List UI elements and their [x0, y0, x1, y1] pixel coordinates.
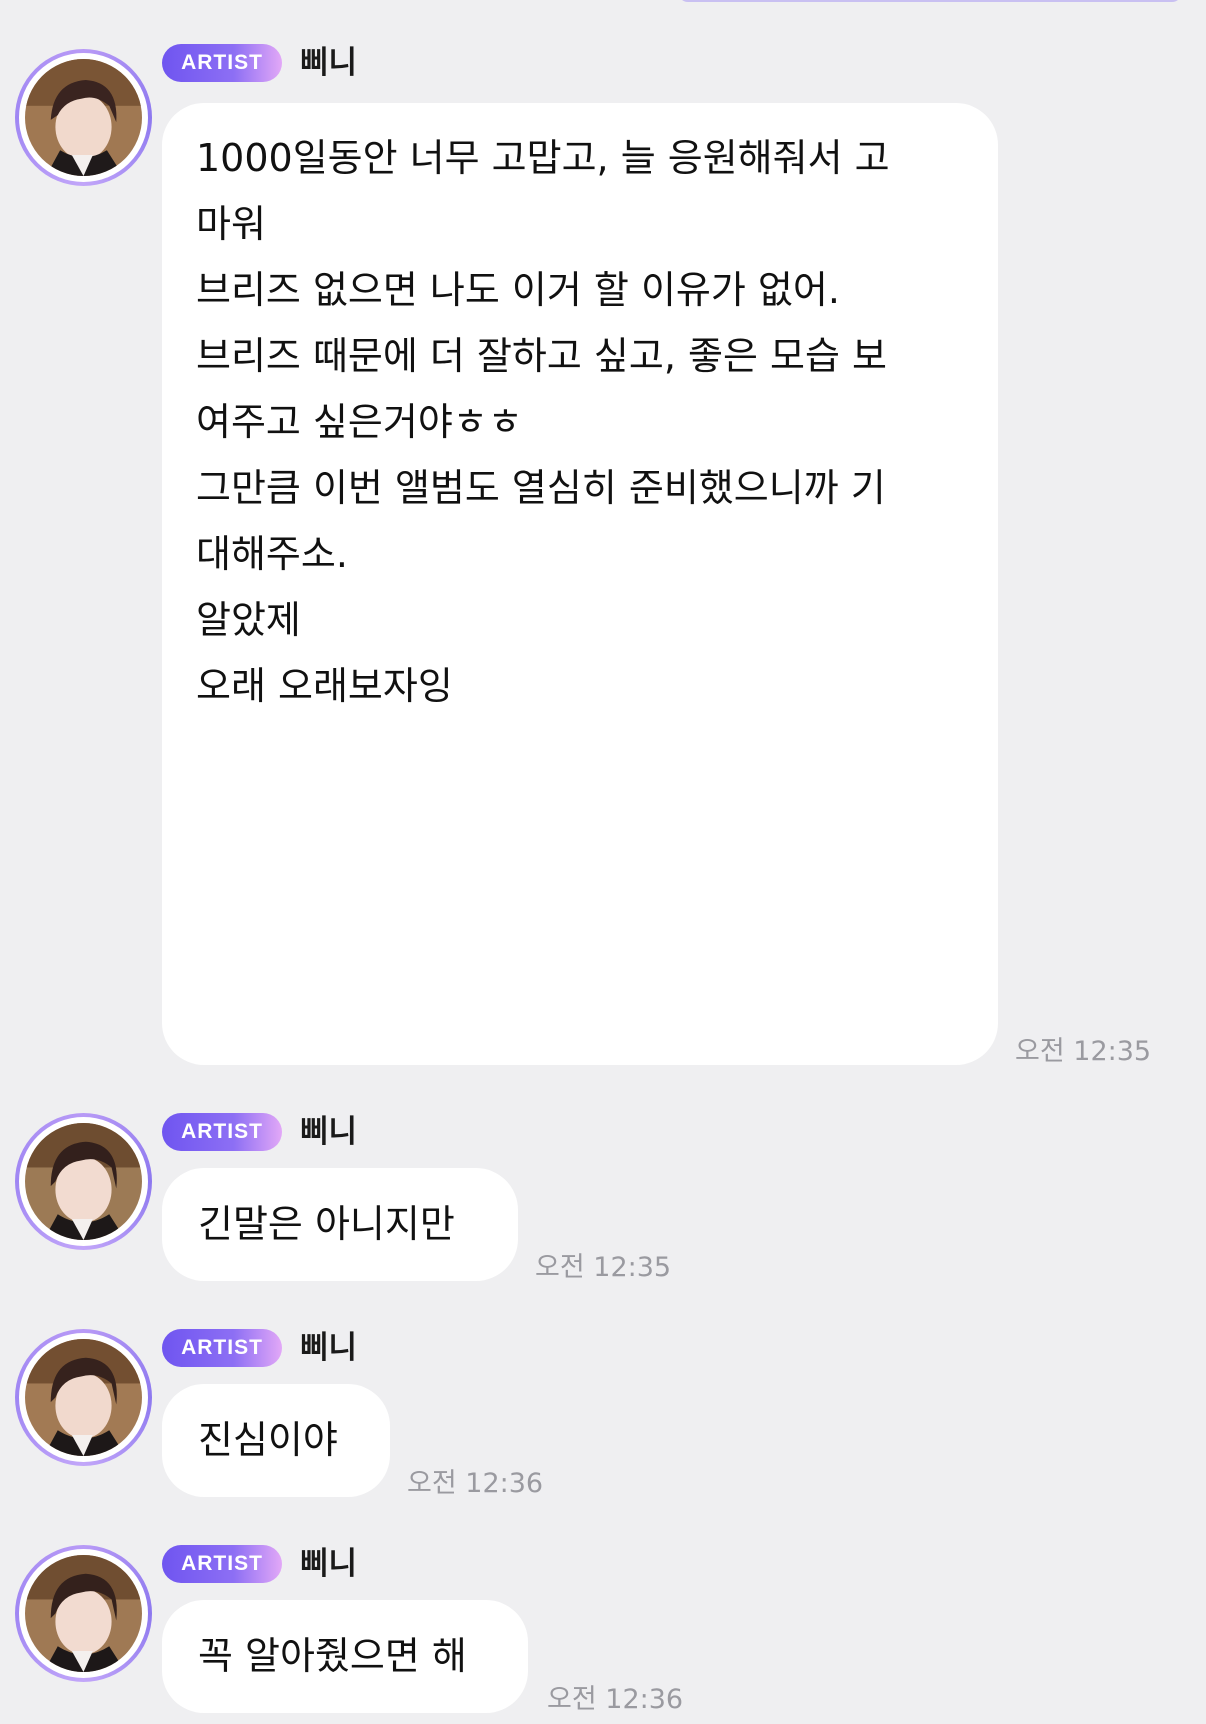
sender-name[interactable]: 삐니 — [300, 44, 357, 82]
message-timestamp: 오전 12:35 — [535, 1252, 672, 1283]
artist-avatar[interactable] — [15, 1329, 152, 1466]
message-bubble[interactable]: 진심이야 — [162, 1384, 390, 1497]
message-text-line: 브리즈 때문에 더 잘하고 싶고, 좋은 모습 보 — [196, 334, 887, 378]
avatar-photo — [25, 1555, 142, 1672]
message-text-line: 마워 — [196, 202, 266, 246]
artist-avatar[interactable] — [15, 1545, 152, 1682]
avatar-photo — [25, 1339, 142, 1456]
previous-message-bubble-edge — [678, 0, 1182, 2]
message-bubble[interactable]: 1000일동안 너무 고맙고, 늘 응원해줘서 고 마워 브리즈 없으면 나도 … — [162, 103, 998, 1065]
message-text-line: 긴말은 아니지만 — [198, 1202, 455, 1246]
artist-badge: ARTIST — [162, 1329, 282, 1367]
artist-badge: ARTIST — [162, 44, 282, 82]
message-text-line: 진심이야 — [198, 1418, 338, 1462]
message-timestamp: 오전 12:36 — [547, 1684, 684, 1715]
avatar-photo — [25, 59, 142, 176]
avatar-photo — [25, 1123, 142, 1240]
sender-name[interactable]: 삐니 — [300, 1329, 357, 1367]
message-text-line: 꼭 알아줬으면 해 — [198, 1634, 467, 1678]
message-bubble[interactable]: 꼭 알아줬으면 해 — [162, 1600, 528, 1713]
artist-badge: ARTIST — [162, 1113, 282, 1151]
message-text-line: 오래 오래보자잉 — [196, 664, 453, 708]
artist-avatar[interactable] — [15, 1113, 152, 1250]
message-text-line: 대해주소. — [196, 532, 348, 576]
chat-screen: ARTIST 삐니 1000일동안 너무 고맙고, 늘 응원해줘서 고 마워 브… — [0, 0, 1206, 1724]
artist-badge: ARTIST — [162, 1545, 282, 1583]
message-text-line: 알았제 — [196, 598, 301, 642]
message-timestamp: 오전 12:35 — [1015, 1036, 1152, 1067]
message-text-line: 브리즈 없으면 나도 이거 할 이유가 없어. — [196, 268, 840, 312]
message-text-line: 1000일동안 너무 고맙고, 늘 응원해줘서 고 — [196, 136, 890, 180]
message-text-line: 여주고 싶은거야ㅎㅎ — [196, 400, 523, 444]
artist-avatar[interactable] — [15, 49, 152, 186]
message-text-line: 그만큼 이번 앨범도 열심히 준비했으니까 기 — [196, 466, 886, 510]
sender-name[interactable]: 삐니 — [300, 1113, 357, 1151]
message-bubble[interactable]: 긴말은 아니지만 — [162, 1168, 518, 1281]
message-timestamp: 오전 12:36 — [407, 1468, 544, 1499]
sender-name[interactable]: 삐니 — [300, 1545, 357, 1583]
